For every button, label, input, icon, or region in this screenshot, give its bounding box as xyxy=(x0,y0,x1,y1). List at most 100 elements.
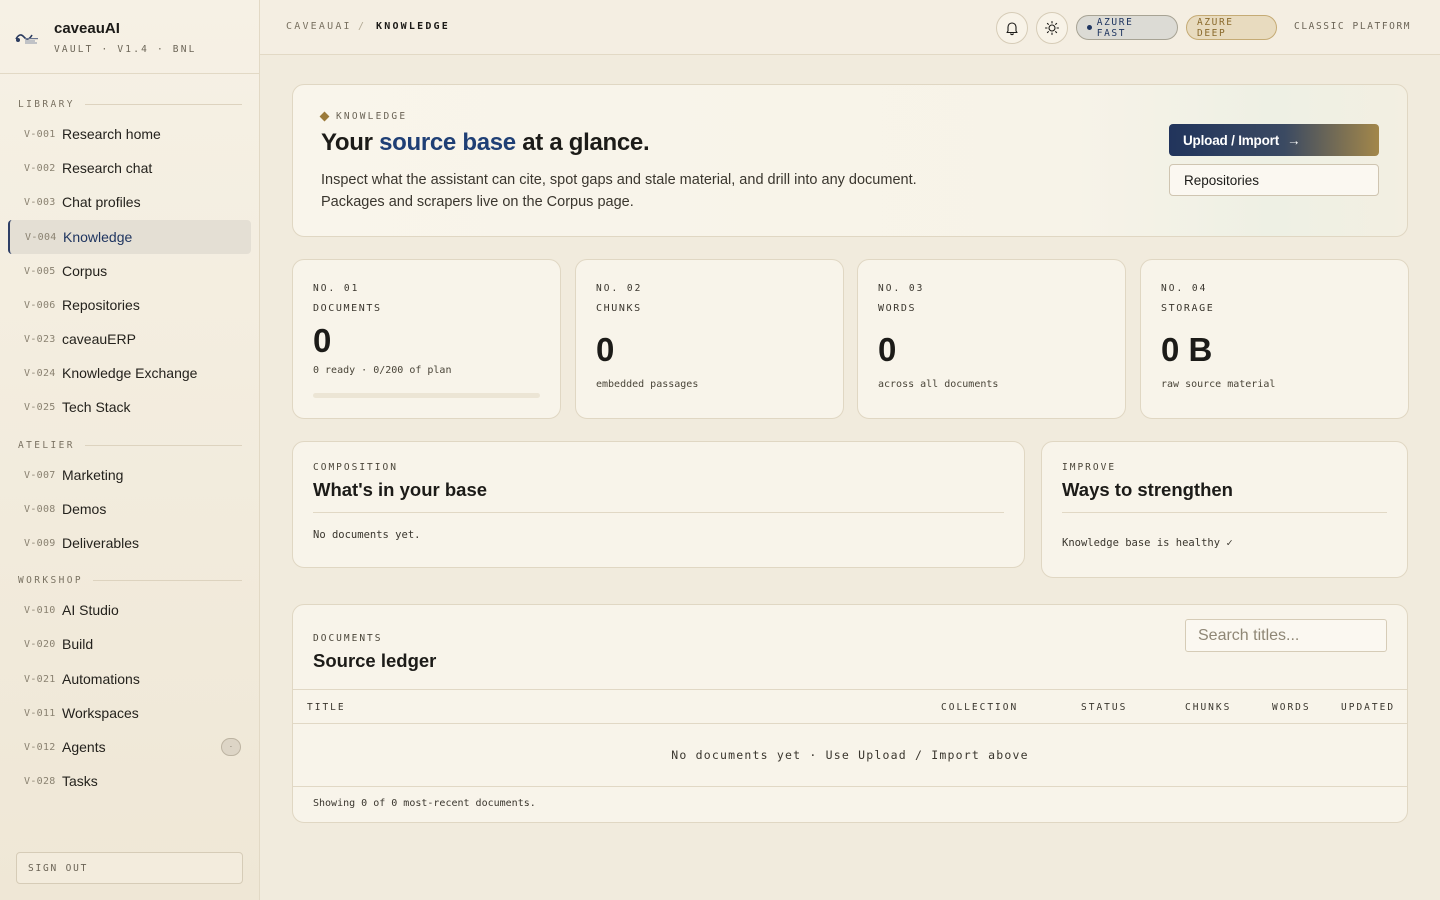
sidebar-item-agents[interactable]: V-012 Agents · xyxy=(8,730,251,764)
stat-value: 0 B xyxy=(1161,331,1213,368)
sidebar-item-caveauerp[interactable]: V-023 caveauERP xyxy=(8,322,251,356)
composition-kicker: COMPOSITION xyxy=(313,462,398,473)
azure-deep-toggle[interactable]: AZURE DEEP xyxy=(1186,15,1277,40)
sidebar-item-deliverables[interactable]: V-009 Deliverables xyxy=(8,526,251,560)
stat-value: 0 xyxy=(878,331,897,368)
theme-toggle-button[interactable] xyxy=(1036,12,1068,44)
nav-label: Repositories xyxy=(62,297,140,313)
nav-label: caveauERP xyxy=(62,331,136,347)
column-header-updated[interactable]: UPDATED xyxy=(1341,702,1395,713)
divider xyxy=(313,512,1004,513)
agents-badge: · xyxy=(221,738,241,756)
sun-icon xyxy=(1044,20,1060,36)
stat-caption: 0 ready · 0/200 of plan xyxy=(313,365,452,376)
sidebar-item-tech-stack[interactable]: V-025 Tech Stack xyxy=(8,390,251,424)
stat-card-chunks: NO. 02 CHUNKS 0 embedded passages xyxy=(575,259,844,419)
breadcrumb-root[interactable]: CAVEAUAI xyxy=(286,21,352,32)
nav-code: V-005 xyxy=(24,265,56,277)
ledger-title: Source ledger xyxy=(313,650,437,671)
divider xyxy=(1062,512,1387,513)
repositories-button[interactable]: Repositories xyxy=(1169,164,1379,196)
breadcrumb-separator: / xyxy=(358,21,367,32)
hero-kicker: KNOWLEDGE xyxy=(319,111,407,122)
composition-empty-text: No documents yet. xyxy=(313,529,421,541)
diamond-icon xyxy=(319,111,330,122)
nav-code: V-021 xyxy=(24,673,56,685)
upload-import-button[interactable]: Upload / Import → xyxy=(1169,124,1379,156)
nav-code: V-006 xyxy=(24,299,56,311)
composition-title: What's in your base xyxy=(313,479,488,500)
nav-code: V-007 xyxy=(24,469,56,481)
nav-label: Tasks xyxy=(62,773,98,789)
nav-label: Demos xyxy=(62,501,107,517)
stat-card-words: NO. 03 WORDS 0 across all documents xyxy=(857,259,1126,419)
topbar: CAVEAUAI / KNOWLEDGE AZURE FAST AZURE DE… xyxy=(260,0,1440,55)
sidebar-item-demos[interactable]: V-008 Demos xyxy=(8,492,251,526)
nav-label: Workspaces xyxy=(62,705,139,721)
section-label-library: LIBRARY xyxy=(18,98,242,110)
sidebar-item-marketing[interactable]: V-007 Marketing xyxy=(8,458,251,492)
hero-description: Inspect what the assistant can cite, spo… xyxy=(321,172,917,210)
stat-label: CHUNKS xyxy=(596,303,642,314)
sidebar-item-chat-profiles[interactable]: V-003 Chat profiles xyxy=(8,185,251,219)
stat-number: NO. 04 xyxy=(1161,283,1208,294)
sidebar-item-workspaces[interactable]: V-011 Workspaces xyxy=(8,696,251,730)
azure-fast-label: AZURE FAST xyxy=(1096,16,1134,39)
stat-card-documents: NO. 01 DOCUMENTS 0 0 ready · 0/200 of pl… xyxy=(292,259,561,419)
column-header-collection[interactable]: COLLECTION xyxy=(941,702,1018,713)
column-header-title[interactable]: TITLE xyxy=(307,702,346,713)
brand-subtitle: VAULT · V1.4 · BNL xyxy=(54,44,197,55)
nav-code: V-004 xyxy=(25,231,57,243)
page-title: Your source base at a glance. xyxy=(321,129,650,157)
sidebar-item-knowledge[interactable]: V-004 Knowledge xyxy=(8,220,251,254)
sidebar-item-build[interactable]: V-020 Build xyxy=(8,627,251,661)
nav-label: Automations xyxy=(62,671,140,687)
ledger-kicker: DOCUMENTS xyxy=(313,633,383,644)
bell-icon xyxy=(1006,22,1018,36)
arrow-right-icon: → xyxy=(1287,132,1301,148)
sign-out-button[interactable]: SIGN OUT xyxy=(16,852,243,884)
nav-label: Knowledge Exchange xyxy=(62,365,198,381)
nav-code: V-012 xyxy=(24,741,56,753)
column-header-status[interactable]: STATUS xyxy=(1081,702,1127,713)
column-header-chunks[interactable]: CHUNKS xyxy=(1185,702,1231,713)
sidebar-item-corpus[interactable]: V-005 Corpus xyxy=(8,254,251,288)
source-ledger-card: DOCUMENTS Source ledger TITLE COLLECTION… xyxy=(292,604,1408,823)
title-post: at a glance. xyxy=(515,129,650,156)
nav-label: Tech Stack xyxy=(62,399,131,415)
composition-card: COMPOSITION What's in your base No docum… xyxy=(292,441,1025,568)
breadcrumb-current: KNOWLEDGE xyxy=(376,21,450,32)
sidebar-item-knowledge-exchange[interactable]: V-024 Knowledge Exchange xyxy=(8,356,251,390)
nav-code: V-025 xyxy=(24,401,56,413)
sidebar-item-ai-studio[interactable]: V-010 AI Studio xyxy=(8,593,251,627)
stat-number: NO. 02 xyxy=(596,283,643,294)
hero-card: KNOWLEDGE Your source base at a glance. … xyxy=(292,84,1408,237)
azure-fast-toggle[interactable]: AZURE FAST xyxy=(1076,15,1178,40)
nav-label: Research home xyxy=(62,126,161,142)
sidebar-item-automations[interactable]: V-021 Automations xyxy=(8,662,251,696)
nav-label: Build xyxy=(62,636,94,652)
nav-code: V-011 xyxy=(24,707,56,719)
ledger-footer: Showing 0 of 0 most-recent documents. xyxy=(313,798,536,809)
brand-header: caveauAI VAULT · V1.4 · BNL xyxy=(0,0,259,74)
sidebar-item-tasks[interactable]: V-028 Tasks xyxy=(8,764,251,798)
nav-code: V-008 xyxy=(24,503,56,515)
nav-code: V-003 xyxy=(24,196,56,208)
nav-code: V-020 xyxy=(24,638,56,650)
brand-name: caveauAI xyxy=(54,20,120,37)
search-titles-input[interactable] xyxy=(1185,619,1387,652)
sidebar-item-repositories[interactable]: V-006 Repositories xyxy=(8,288,251,322)
improve-title: Ways to strengthen xyxy=(1062,479,1233,500)
improve-kicker: IMPROVE xyxy=(1062,462,1117,473)
classic-platform-link[interactable]: CLASSIC PLATFORM xyxy=(1294,21,1411,32)
improve-status-text: Knowledge base is healthy ✓ xyxy=(1062,537,1233,549)
notifications-button[interactable] xyxy=(996,12,1028,44)
sidebar-item-research-chat[interactable]: V-002 Research chat xyxy=(8,151,251,185)
stat-caption: across all documents xyxy=(878,379,999,390)
column-header-words[interactable]: WORDS xyxy=(1272,702,1311,713)
title-pre: Your xyxy=(321,129,380,156)
nav-label: Marketing xyxy=(62,467,124,483)
plan-progress-bar xyxy=(313,393,540,398)
stat-label: WORDS xyxy=(878,303,917,314)
sidebar-item-research-home[interactable]: V-001 Research home xyxy=(8,117,251,151)
